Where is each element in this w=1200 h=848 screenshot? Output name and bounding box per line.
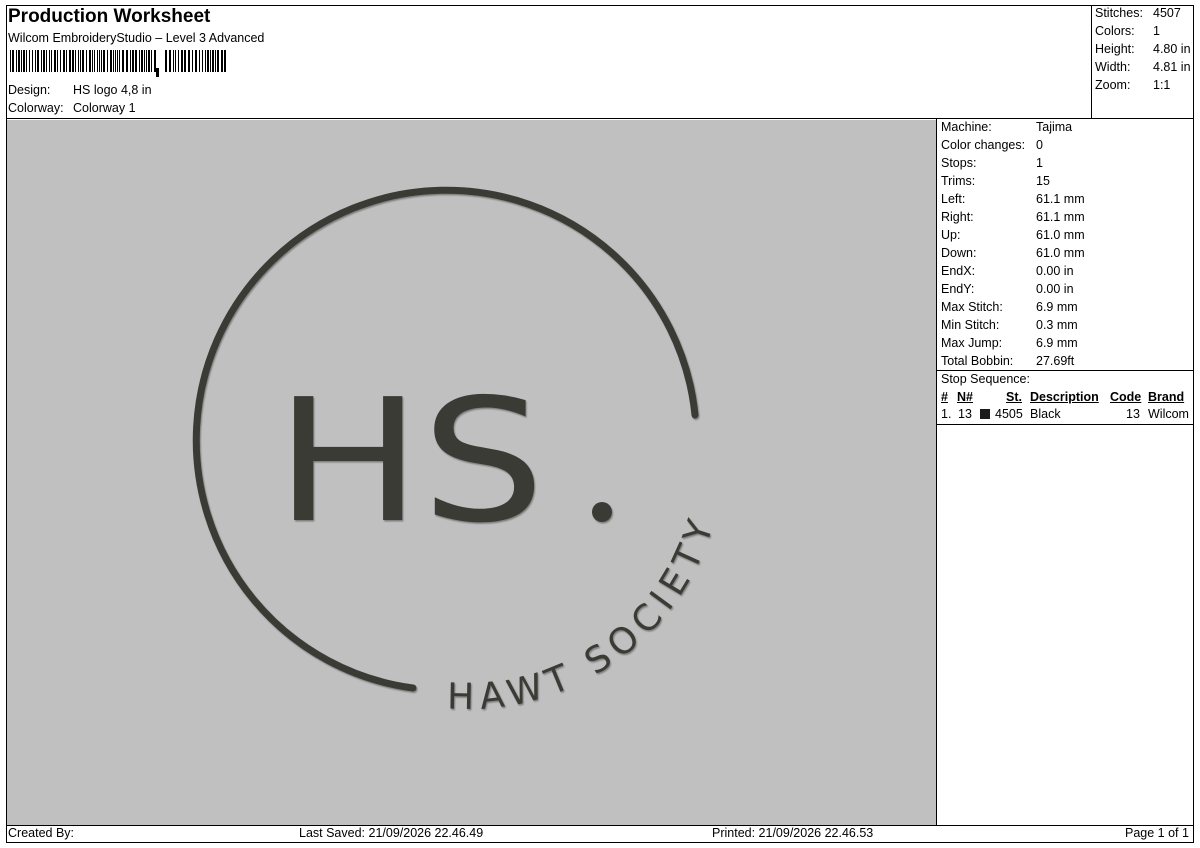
summary-divider xyxy=(1091,5,1092,118)
info-label: Total Bobbin: xyxy=(941,354,1014,368)
info-label: Color changes: xyxy=(941,138,1026,152)
summary-label: Stitches: xyxy=(1095,6,1143,20)
page-title: Production Worksheet xyxy=(8,6,211,27)
stop-needle: 13 xyxy=(958,407,972,421)
info-value: 0.3 mm xyxy=(1036,318,1078,332)
design-value: HS logo 4,8 in xyxy=(73,83,152,97)
stop-index: 1. xyxy=(941,407,952,421)
info-value: Tajima xyxy=(1036,120,1073,134)
info-label: Min Stitch: xyxy=(941,318,1000,332)
info-label: Stops: xyxy=(941,156,977,170)
software-name: Wilcom EmbroideryStudio – Level 3 Advanc… xyxy=(8,31,265,45)
info-label: EndX: xyxy=(941,264,976,278)
info-value: 0.00 in xyxy=(1036,282,1074,296)
frame-bottom xyxy=(6,842,1194,843)
summary-label: Height: xyxy=(1095,42,1135,56)
embroidery-design: HS HAWT SOCIETY xyxy=(192,186,717,718)
column-header: Description xyxy=(1030,390,1099,404)
page-number: Page 1 of 1 xyxy=(1125,826,1189,840)
column-header: Code xyxy=(1110,390,1142,404)
info-label: Trims: xyxy=(941,174,976,188)
info-value: 0 xyxy=(1036,138,1043,152)
stop-brand: Wilcom xyxy=(1148,407,1189,421)
colorway-label: Colorway: xyxy=(8,101,64,115)
frame-right xyxy=(1193,5,1194,843)
panel-divider xyxy=(936,118,937,825)
printed-date: Printed: 21/09/2026 22.46.53 xyxy=(712,826,874,840)
info-label: Machine: xyxy=(941,120,992,134)
stop-description: Black xyxy=(1030,407,1061,421)
info-label: Left: xyxy=(941,192,966,206)
column-header: N# xyxy=(957,390,973,404)
info-value: 6.9 mm xyxy=(1036,300,1078,314)
info-value: 1 xyxy=(1036,156,1043,170)
info-divider xyxy=(936,370,1193,371)
summary-value: 1:1 xyxy=(1153,78,1171,92)
info-value: 61.1 mm xyxy=(1036,192,1085,206)
info-label: EndY: xyxy=(941,282,975,296)
stop-sequence-title: Stop Sequence: xyxy=(941,372,1030,386)
barcode-icon xyxy=(10,50,226,77)
stop-code: 13 xyxy=(1126,407,1140,421)
info-value: 61.1 mm xyxy=(1036,210,1085,224)
info-label: Up: xyxy=(941,228,961,242)
info-label: Down: xyxy=(941,246,977,260)
monogram-text: HS xyxy=(275,363,545,561)
header-divider xyxy=(6,118,1194,119)
info-value: 61.0 mm xyxy=(1036,228,1085,242)
design-preview: HS HAWT SOCIETY xyxy=(7,120,936,825)
colorway-value: Colorway 1 xyxy=(73,101,136,115)
stop-table-divider xyxy=(936,424,1193,425)
created-by: Created By: xyxy=(8,826,75,840)
info-label: Max Jump: xyxy=(941,336,1003,350)
summary-value: 4.80 in xyxy=(1153,42,1191,56)
stop-stitches: 4505 xyxy=(995,407,1023,421)
info-label: Right: xyxy=(941,210,974,224)
info-value: 0.00 in xyxy=(1036,264,1074,278)
info-value: 61.0 mm xyxy=(1036,246,1085,260)
info-value: 27.69ft xyxy=(1036,354,1075,368)
info-value: 15 xyxy=(1036,174,1050,188)
color-swatch xyxy=(980,409,990,419)
monogram-dot xyxy=(592,502,612,522)
column-header: Brand xyxy=(1148,390,1185,404)
column-header: St. xyxy=(1006,390,1022,404)
column-header: # xyxy=(941,390,948,404)
design-label: Design: xyxy=(8,83,51,97)
summary-value: 4.81 in xyxy=(1153,60,1191,74)
summary-value: 1 xyxy=(1153,24,1160,38)
info-value: 6.9 mm xyxy=(1036,336,1078,350)
info-label: Max Stitch: xyxy=(941,300,1003,314)
summary-label: Colors: xyxy=(1095,24,1135,38)
footer-divider-top xyxy=(6,825,1194,826)
summary-value: 4507 xyxy=(1153,6,1181,20)
last-saved: Last Saved: 21/09/2026 22.46.49 xyxy=(299,826,484,840)
summary-label: Width: xyxy=(1095,60,1131,74)
summary-label: Zoom: xyxy=(1095,78,1131,92)
